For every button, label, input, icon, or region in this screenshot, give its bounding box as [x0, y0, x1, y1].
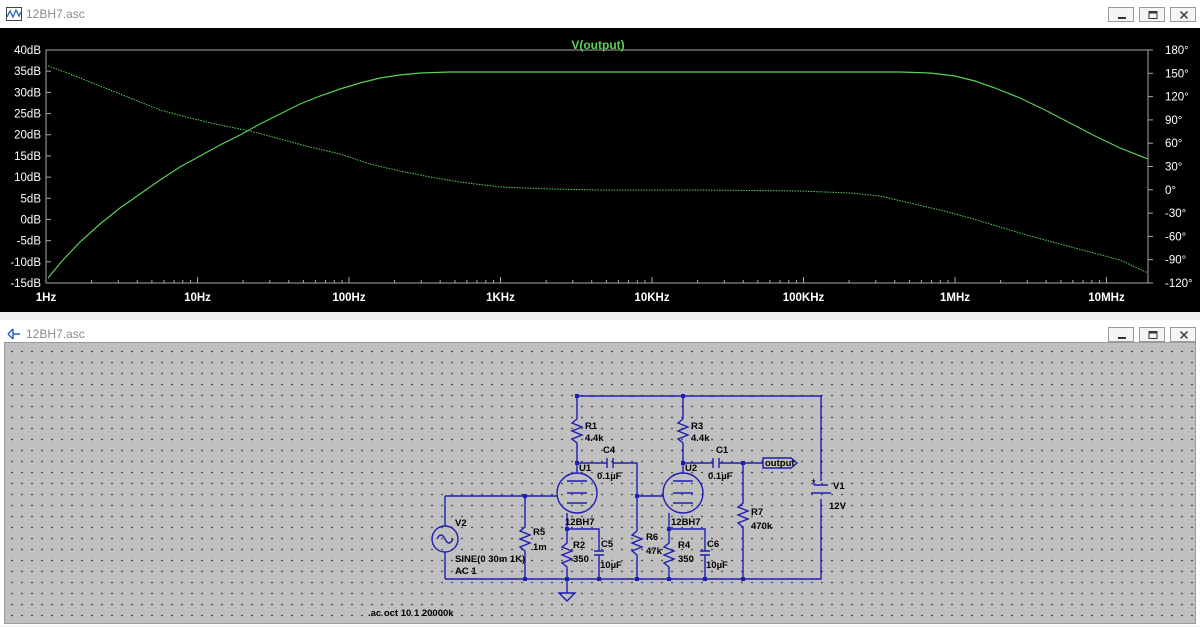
- right-axis-tick-label: 90°: [1165, 115, 1182, 127]
- left-axis-tick-label: -10dB: [10, 257, 41, 269]
- left-axis-tick-label: -15dB: [10, 278, 41, 290]
- c4-value[interactable]: 0.1µF: [597, 471, 622, 482]
- r1-name[interactable]: R1: [585, 421, 598, 432]
- output-net-label[interactable]: output: [765, 458, 795, 469]
- right-axis-tick-label: 60°: [1165, 138, 1182, 150]
- minimize-icon: [1118, 17, 1126, 19]
- u2-model[interactable]: 12BH7: [671, 517, 701, 528]
- left-axis-tick-label: 30dB: [14, 87, 41, 99]
- c1-value[interactable]: 0.1µF: [708, 471, 733, 482]
- spice-directive[interactable]: .ac oct 10 1 20000k: [368, 608, 454, 619]
- close-button[interactable]: [1170, 7, 1196, 22]
- x-axis-tick-label: 1Hz: [36, 292, 57, 304]
- c5-value[interactable]: 10µF: [600, 560, 622, 571]
- right-axis-tick-label: -60°: [1165, 231, 1186, 243]
- waveform-icon: [6, 7, 22, 21]
- left-axis-tick-label: 0dB: [21, 214, 42, 226]
- left-axis-tick-label: 40dB: [14, 45, 41, 57]
- right-axis-tick-label: 180°: [1165, 45, 1189, 57]
- r4-name[interactable]: R4: [678, 540, 691, 551]
- c5-name[interactable]: C5: [601, 539, 614, 550]
- u1-name[interactable]: U1: [579, 463, 592, 474]
- r6-name[interactable]: R6: [646, 532, 658, 543]
- trace-label[interactable]: V(output): [571, 38, 624, 52]
- x-axis-tick-label: 100KHz: [783, 292, 825, 304]
- x-axis-tick-label: 10MHz: [1088, 292, 1125, 304]
- x-axis-tick-label: 10Hz: [184, 292, 211, 304]
- c6-value[interactable]: 10µF: [706, 560, 728, 571]
- left-axis-tick-label: 35dB: [14, 66, 41, 78]
- c1-name[interactable]: C1: [716, 445, 729, 456]
- r5-value[interactable]: 1m: [533, 542, 547, 553]
- c4-name[interactable]: C4: [603, 445, 616, 456]
- left-axis-tick-label: 10dB: [14, 172, 41, 184]
- x-axis-tick-label: 1KHz: [486, 292, 515, 304]
- r4-value[interactable]: 350: [678, 554, 694, 565]
- waveform-titlebar[interactable]: 12BH7.asc: [0, 0, 1200, 28]
- v2-name[interactable]: V2: [455, 518, 467, 529]
- v1-plus-sign: +: [811, 476, 816, 485]
- x-axis-tick-label: 10KHz: [634, 292, 669, 304]
- left-axis-tick-label: 15dB: [14, 151, 41, 163]
- restore-button[interactable]: [1139, 7, 1165, 22]
- u2-name[interactable]: U2: [685, 463, 697, 474]
- right-axis-tick-label: 150°: [1165, 68, 1189, 80]
- r7-value[interactable]: 470k: [751, 521, 773, 532]
- right-axis-tick-label: -120°: [1165, 278, 1193, 290]
- v2-value[interactable]: SINE(0 30m 1K): [455, 554, 525, 565]
- r2-name[interactable]: R2: [573, 540, 585, 551]
- right-axis-tick-label: -90°: [1165, 255, 1186, 267]
- right-axis-tick-label: 30°: [1165, 162, 1182, 174]
- r6-value[interactable]: 47k: [646, 546, 663, 557]
- c6-name[interactable]: C6: [707, 539, 719, 550]
- schematic-canvas[interactable]: R1 4.4k R3 4.4k C4 0.1µF C1 0.1µF U1 12B…: [4, 342, 1196, 624]
- bode-plot[interactable]: V(output) 40dB 35dB 30dB 25dB 20dB 15dB 10dB 5d…: [0, 28, 1200, 312]
- waveform-window-title: 12BH7.asc: [26, 7, 85, 21]
- right-axis-tick-label: 120°: [1165, 92, 1189, 104]
- r1-value[interactable]: 4.4k: [585, 433, 604, 444]
- r3-name[interactable]: R3: [691, 421, 703, 432]
- left-axis-tick-label: 25dB: [14, 109, 41, 121]
- left-axis-tick-label: -5dB: [17, 236, 42, 248]
- v2-ac[interactable]: AC 1: [455, 566, 477, 577]
- u1-model[interactable]: 12BH7: [565, 517, 595, 528]
- right-axis-tick-label: 0°: [1165, 185, 1176, 197]
- left-axis-tick-label: 5dB: [21, 193, 42, 205]
- waveform-window: 12BH7.asc V(output) 40dB 35dB 30dB 25dB 20dB…: [0, 0, 1200, 312]
- wires: [431, 395, 831, 602]
- close-icon: [1180, 11, 1188, 19]
- right-axis-tick-label: -30°: [1165, 208, 1186, 220]
- minimize-button[interactable]: [1108, 7, 1134, 22]
- r3-value[interactable]: 4.4k: [691, 433, 710, 444]
- v1-value[interactable]: 12V: [829, 501, 847, 512]
- v1-name[interactable]: V1: [833, 481, 845, 492]
- x-axis-tick-label: 100Hz: [332, 292, 365, 304]
- r7-name[interactable]: R7: [751, 507, 763, 518]
- r5-name[interactable]: R5: [533, 527, 546, 538]
- left-axis-tick-label: 20dB: [14, 130, 41, 142]
- x-axis-tick-label: 1MHz: [940, 292, 970, 304]
- schematic-window: 12BH7.asc R1 4.4k R3 4.4k C4 0.1µF C1 0.…: [0, 320, 1200, 626]
- restore-icon: [1148, 11, 1158, 19]
- r2-value[interactable]: 350: [573, 554, 589, 565]
